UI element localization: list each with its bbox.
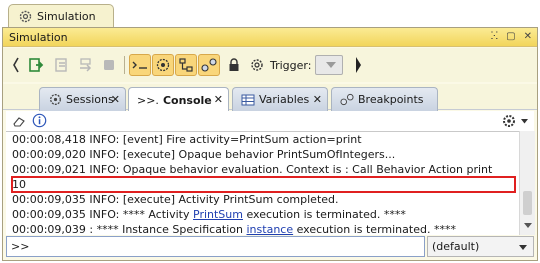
tab-label: Variables (259, 93, 310, 106)
console-input-row: >> (default) (6, 236, 534, 258)
printsum-link[interactable]: PrintSum (193, 208, 243, 221)
tab-label: Sessions (66, 93, 114, 106)
console-line: 00:00:09,039 : **** Instance Specificati… (12, 222, 456, 235)
eraser-icon[interactable] (12, 115, 26, 127)
step-over-button[interactable] (75, 54, 97, 76)
animation-toggle-button[interactable] (129, 54, 151, 76)
sessions-icon (48, 93, 62, 107)
stop-button[interactable] (98, 54, 120, 76)
console-line: 00:00:08,418 INFO: [event] Fire activity… (12, 132, 362, 147)
hierarchy-button[interactable] (175, 54, 197, 76)
console-scrollbar[interactable] (519, 131, 535, 235)
close-icon[interactable]: ✕ (524, 31, 532, 42)
console-toolbar (6, 111, 534, 131)
minimize-icon[interactable]: ▢ (506, 31, 515, 42)
toolbar-separator (124, 56, 125, 74)
scrollbar-thumb[interactable] (523, 191, 532, 215)
console-line-text: execution is terminated. **** (293, 223, 456, 235)
chevron-down-icon (519, 245, 527, 250)
animation-icon (132, 61, 147, 69)
command-input[interactable]: >> (6, 236, 425, 257)
breakpoints-icon (340, 93, 354, 107)
stop-icon (104, 60, 114, 70)
step-into-icon (55, 58, 67, 72)
tab-variables[interactable]: Variables ✕ (232, 87, 328, 111)
console-line: 00:00:09,021 INFO: Opaque behavior evalu… (12, 162, 492, 177)
result-highlight-box (11, 176, 516, 193)
simulation-panel: Simulation ⵘ ▢ ✕ Trigger: Sessions ✕ >>.… (2, 27, 538, 261)
scroll-down-icon[interactable] (524, 223, 532, 228)
console-line-text: 00:00:09,039 : **** Instance Specificati… (12, 223, 247, 235)
collapse-left-icon (13, 57, 19, 73)
toolbar-overflow-marker-icon[interactable] (356, 57, 361, 73)
console-line: 00:00:09,035 INFO: **** Activity PrintSu… (12, 207, 406, 222)
console-line: 00:00:09,020 INFO: [execute] Opaque beha… (12, 147, 395, 162)
start-icon (29, 58, 44, 72)
step-into-button[interactable] (51, 54, 73, 76)
start-button[interactable] (25, 54, 47, 76)
console-line-text: 00:00:09,020 INFO: [execute] Opaque beha… (12, 148, 396, 161)
info-icon[interactable] (32, 113, 47, 128)
log-level-value: (default) (432, 240, 480, 253)
console-icon: >>. (137, 93, 159, 107)
chevron-down-icon[interactable] (521, 119, 528, 124)
panel-titlebar: Simulation ⵘ ▢ ✕ (3, 28, 537, 47)
console-tab-row: Sessions ✕ >>. Console ✕ Variables ✕ Bre… (3, 84, 537, 112)
panel-title: Simulation (9, 30, 68, 44)
tab-label: Console (162, 93, 212, 107)
hierarchy-icon (179, 58, 193, 72)
simulation-outer-tab[interactable]: Simulation (8, 4, 114, 28)
close-icon[interactable]: ✕ (111, 93, 120, 106)
breakpoints-toggle-button[interactable] (198, 54, 220, 76)
variables-icon (241, 93, 255, 107)
console-output: 00:00:08,418 INFO: [event] Fire activity… (6, 131, 519, 235)
log-level-select[interactable]: (default) (427, 236, 534, 257)
console-line-text: 00:00:09,035 INFO: **** Activity (12, 208, 193, 221)
console-line-text: 00:00:08,418 INFO: [event] Fire activity… (12, 133, 362, 146)
console-line: 00:00:09,035 INFO: [execute] Activity Pr… (12, 192, 339, 207)
trigger-label: Trigger: (270, 59, 312, 72)
trigger-select[interactable] (315, 55, 343, 75)
close-icon[interactable]: ✕ (214, 93, 223, 106)
lock-icon (229, 58, 239, 71)
tab-sessions[interactable]: Sessions ✕ (39, 87, 126, 111)
simulation-toolbar: Trigger: (3, 48, 537, 82)
tab-console[interactable]: >>. Console ✕ (128, 87, 229, 112)
silent-mode-icon (156, 58, 170, 72)
settings-gear-button[interactable] (246, 54, 268, 76)
lock-button[interactable] (223, 54, 245, 76)
console-line-text: execution is terminated. **** (242, 208, 406, 221)
chevron-down-icon (326, 62, 336, 68)
pin-icon[interactable]: ⵘ (491, 31, 499, 42)
simulation-gear-icon (19, 10, 32, 23)
tab-label: Breakpoints (358, 93, 424, 106)
console-line-text: 00:00:09,035 INFO: [execute] Activity Pr… (12, 193, 339, 206)
outer-tab-label: Simulation (37, 10, 96, 23)
console-line-text: 00:00:09,021 INFO: Opaque behavior evalu… (12, 163, 493, 176)
gear-icon[interactable] (501, 113, 517, 129)
close-icon[interactable]: ✕ (313, 93, 322, 106)
step-over-icon (80, 58, 92, 72)
breakpoints-toggle-icon (201, 58, 217, 72)
silent-mode-button[interactable] (152, 54, 174, 76)
instance-link[interactable]: instance (247, 223, 294, 235)
collapse-left-button[interactable] (5, 54, 27, 76)
outer-tab-strip: Simulation (0, 0, 540, 28)
tab-breakpoints[interactable]: Breakpoints (331, 87, 438, 111)
gear-icon (251, 59, 263, 71)
